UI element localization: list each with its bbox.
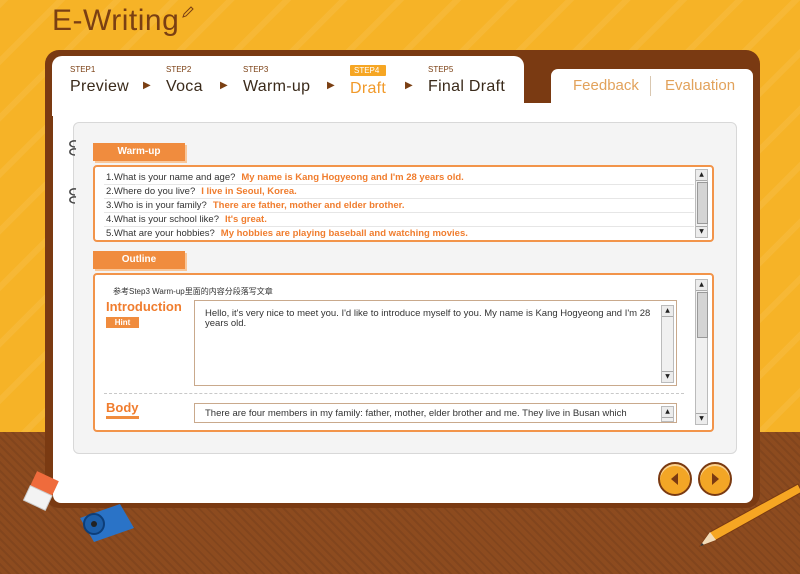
outline-section-label: Outline [93, 251, 185, 269]
chevron-right-icon: ▶ [143, 80, 151, 91]
chevron-right-icon: ▶ [220, 80, 228, 91]
question-text: 1.What is your name and age? [106, 172, 236, 183]
outline-scrollbar[interactable]: ▲ ▼ [695, 279, 708, 425]
pencil-icon [182, 6, 194, 18]
binder-ring-icon [69, 188, 77, 204]
sharpener-icon [80, 504, 134, 542]
divider [104, 226, 694, 227]
answer-text: There are father, mother and elder broth… [212, 200, 405, 211]
section-divider [104, 393, 684, 394]
warmup-scrollbar[interactable]: ▲ ▼ [695, 169, 708, 238]
step-number: STEP4 [350, 65, 387, 76]
scroll-up-icon[interactable]: ▲ [662, 407, 673, 418]
hint-button[interactable]: Hint [106, 317, 139, 328]
step-label: Voca [166, 78, 203, 95]
step-number: STEP5 [428, 65, 454, 74]
answer-text: My name is Kang Hogyeong and I'm 28 year… [241, 172, 464, 183]
step-label: Final Draft [428, 78, 506, 95]
scroll-thumb[interactable] [697, 292, 708, 338]
scroll-up-icon[interactable]: ▲ [696, 170, 707, 181]
step-label: Draft [350, 80, 387, 97]
question-text: 2.Where do you live? [106, 186, 196, 197]
chevron-right-icon: ▶ [327, 80, 335, 91]
body-underline [106, 416, 139, 419]
tab-feedback[interactable]: Feedback [573, 77, 639, 94]
body-textarea[interactable]: There are four members in my family: fat… [194, 403, 677, 423]
scroll-thumb[interactable] [697, 182, 708, 224]
step-number: STEP3 [243, 65, 269, 74]
divider [104, 212, 694, 213]
step-warm-up[interactable]: STEP3 Warm-up [243, 65, 310, 96]
step-voca[interactable]: STEP2 Voca [166, 65, 203, 96]
step-label: Warm-up [243, 78, 311, 95]
answer-text: I live in Seoul, Korea. [201, 186, 297, 197]
divider [104, 198, 694, 199]
step-number: STEP2 [166, 65, 192, 74]
scroll-down-icon[interactable]: ▼ [696, 226, 707, 237]
answer-text: It's great. [225, 214, 267, 225]
answer-text: My hobbies are playing baseball and watc… [220, 228, 468, 238]
question-text: 5.What are your hobbies? [106, 228, 215, 238]
warmup-item: 5.What are your hobbies? My hobbies are p… [106, 228, 468, 238]
warmup-item: 3.Who is in your family? There are father… [106, 200, 404, 211]
step-draft[interactable]: STEP4 Draft [350, 65, 387, 98]
question-text: 4.What is your school like? [106, 214, 219, 225]
introduction-scrollbar[interactable]: ▲ ▼ [661, 305, 674, 383]
introduction-textarea[interactable]: Hello, it's very nice to meet you. I'd l… [194, 300, 677, 386]
question-text: 3.Who is in your family? [106, 200, 207, 211]
eraser-icon [22, 471, 59, 511]
chevron-right-icon: ▶ [405, 80, 413, 91]
body-title: Body [106, 400, 139, 415]
scroll-up-icon[interactable]: ▲ [662, 306, 673, 317]
step-preview[interactable]: STEP1 Preview [70, 65, 129, 96]
scroll-down-icon[interactable]: ▼ [696, 413, 707, 424]
outline-instruction: 参考Step3 Warm-up里面的内容分段落写文章 [113, 287, 273, 296]
divider [104, 184, 694, 185]
app-title: E-Writing [52, 4, 180, 37]
binder-ring-icon [69, 140, 77, 156]
tab-evaluation[interactable]: Evaluation [665, 77, 735, 94]
step-final-draft[interactable]: STEP5 Final Draft [428, 65, 505, 96]
body-scrollbar[interactable]: ▲ [661, 406, 674, 422]
warmup-item: 1.What is your name and age? My name is K… [106, 172, 464, 183]
scroll-down-icon[interactable]: ▼ [662, 371, 673, 382]
tab-divider [650, 76, 651, 96]
warmup-section-label: Warm-up [93, 143, 185, 161]
scroll-up-icon[interactable]: ▲ [696, 280, 707, 291]
introduction-text: Hello, it's very nice to meet you. I'd l… [205, 308, 651, 329]
step-number: STEP1 [70, 65, 96, 74]
warmup-item: 2.Where do you live? I live in Seoul, Kor… [106, 186, 297, 197]
step-label: Preview [70, 78, 130, 95]
body-text: There are four members in my family: fat… [205, 408, 627, 419]
pencil-icon [698, 483, 800, 548]
warmup-item: 4.What is your school like? It's great. [106, 214, 267, 225]
introduction-title: Introduction [106, 299, 182, 314]
